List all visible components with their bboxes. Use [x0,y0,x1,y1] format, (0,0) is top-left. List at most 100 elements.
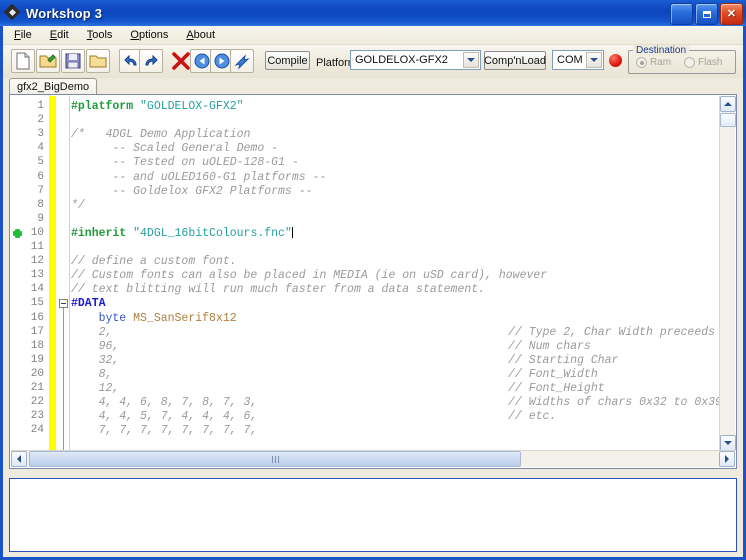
line-number: 13 [30,269,44,282]
horizontal-scroll-thumb[interactable] [29,451,521,467]
client-area: File Edit Tools Options About Compile Pl… [3,26,743,557]
line-number-gutter: 1 2 3 4 5 6 7 8 9 10 11 12 13 14 15 16 17 18 19 20 21 22 23 24 [11,96,49,451]
code-token: */ [71,198,85,212]
compnload-button[interactable]: Comp'nLoad [484,51,546,70]
compnload-label: Comp'nLoad [483,54,547,67]
horizontal-scrollbar[interactable] [11,450,735,467]
platform-value: GOLDELOX-GFX2 [355,54,448,66]
close-icon[interactable]: ✕ [720,3,743,25]
redo-icon[interactable] [139,49,163,73]
menu-item-file[interactable]: File [12,28,34,42]
close-glyph: ✕ [726,7,737,20]
radio-ram[interactable]: Ram [636,57,671,68]
line-number: 17 [30,325,44,338]
chevron-down-icon[interactable] [463,52,479,68]
scroll-right-icon[interactable] [719,451,735,467]
code-token: 8, [71,367,113,381]
fold-gutter[interactable] [56,96,70,451]
window-controls: ✕ [670,3,743,25]
line-number: 24 [30,424,44,437]
fold-collapse-icon[interactable] [59,299,68,309]
line-number: 9 [37,212,44,225]
tab-label: gfx2_BigDemo [17,81,90,93]
status-led-indicator [609,54,622,67]
code-token: #inherit [71,226,134,240]
line-number: 18 [30,339,44,352]
lightning-icon[interactable] [230,49,254,73]
folder-icon[interactable] [86,49,110,73]
compile-button[interactable]: Compile [265,51,310,70]
chevron-down-icon[interactable] [586,52,602,68]
window-title: Workshop 3 [26,5,103,21]
app-diamond-icon [3,3,21,21]
save-disk-icon[interactable] [61,49,85,73]
code-line: 32, [71,353,120,367]
code-text-area[interactable]: #platform "GOLDELOX-GFX2" /* 4DGL Demo Ap… [71,96,719,451]
code-line: -- Scaled General Demo - [71,142,278,155]
output-panel[interactable] [9,478,737,552]
compile-label: Compile [267,54,308,67]
code-line: -- and uOLED160-G1 platforms -- [71,171,326,184]
scroll-left-icon[interactable] [11,451,27,467]
line-number: 21 [30,382,44,394]
code-token: #DATA [71,297,106,311]
open-folder-icon[interactable] [36,49,60,73]
code-token: 4, 4, 5, 7, 4, 4, 4, 6, [71,410,258,424]
menu-item-options[interactable]: Options [128,28,170,42]
menu-item-tools[interactable]: Tools [85,28,115,42]
menu-item-about[interactable]: About [184,28,217,42]
menu-bar: File Edit Tools Options About [3,26,743,45]
code-trailing-comment: // Starting Char [508,353,619,367]
line-number: 23 [30,410,44,423]
modification-marker-bar [49,96,56,451]
code-line: // define a custom font. [71,255,237,268]
scroll-up-icon[interactable] [720,96,736,112]
line-number: 16 [30,311,44,324]
code-token: 32, [71,353,120,367]
line-number: 1 [37,100,44,112]
minimize-button[interactable] [670,3,693,25]
code-line: -- Tested on uOLED-128-G1 - [71,156,298,169]
radio-ram-label: Ram [650,57,672,68]
bookmark-icon[interactable] [13,228,22,238]
tab-strip: gfx2_BigDemo [9,78,737,95]
code-token: // text blitting will run much faster fr… [71,283,486,297]
radio-flash-label: Flash [698,57,723,68]
line-number: 14 [30,283,44,296]
code-token: /* 4DGL Demo Application [71,128,251,142]
vertical-scrollbar[interactable] [719,96,736,451]
code-line: 2, [71,326,113,339]
code-token: -- and uOLED160-G1 platforms -- [71,170,327,184]
code-trailing-comment: // etc. [508,410,557,424]
radio-flash[interactable]: Flash [684,57,722,68]
code-editor[interactable]: 1 2 3 4 5 6 7 8 9 10 11 12 13 14 15 16 17 18 19 20 21 22 23 24 … [9,94,737,469]
code-line: 7, 7, 7, 7, 7, 7, 7, 7, [71,424,258,437]
code-token: // Custom fonts can also be placed in ME… [71,269,548,283]
port-select[interactable]: COM 3 [552,50,604,70]
vertical-scroll-thumb[interactable] [720,113,736,127]
maximize-button[interactable] [695,3,718,25]
code-line: // Custom fonts can also be placed in ME… [71,269,547,282]
line-number: 22 [30,396,44,409]
tab-gfx2-bigdemo[interactable]: gfx2_BigDemo [9,78,98,95]
line-number: 19 [30,353,44,366]
new-file-icon[interactable] [11,49,35,73]
code-line: 8, [71,367,113,381]
text-caret [291,226,293,238]
status-strip [3,469,743,478]
code-trailing-comment: // Widths of chars 0x32 to 0x39 [508,396,719,410]
code-line: #inherit "4DGL_16bitColours.fnc" [71,226,293,240]
code-token: 96, [71,339,120,353]
code-token: 12, [71,382,120,395]
code-trailing-comment: // Font_Width [508,367,598,381]
menu-item-edit[interactable]: Edit [48,28,71,42]
line-number: 4 [37,142,44,155]
code-line: 12, [71,382,120,395]
code-token: // define a custom font. [71,255,237,269]
code-line: /* 4DGL Demo Application [71,128,250,141]
scroll-down-icon[interactable] [720,435,736,451]
code-line: #DATA [71,297,106,310]
platform-select[interactable]: GOLDELOX-GFX2 [350,50,481,70]
code-line: byte MS_SanSerif8x12 [71,312,237,325]
title-bar: Workshop 3 ✕ [0,0,746,26]
